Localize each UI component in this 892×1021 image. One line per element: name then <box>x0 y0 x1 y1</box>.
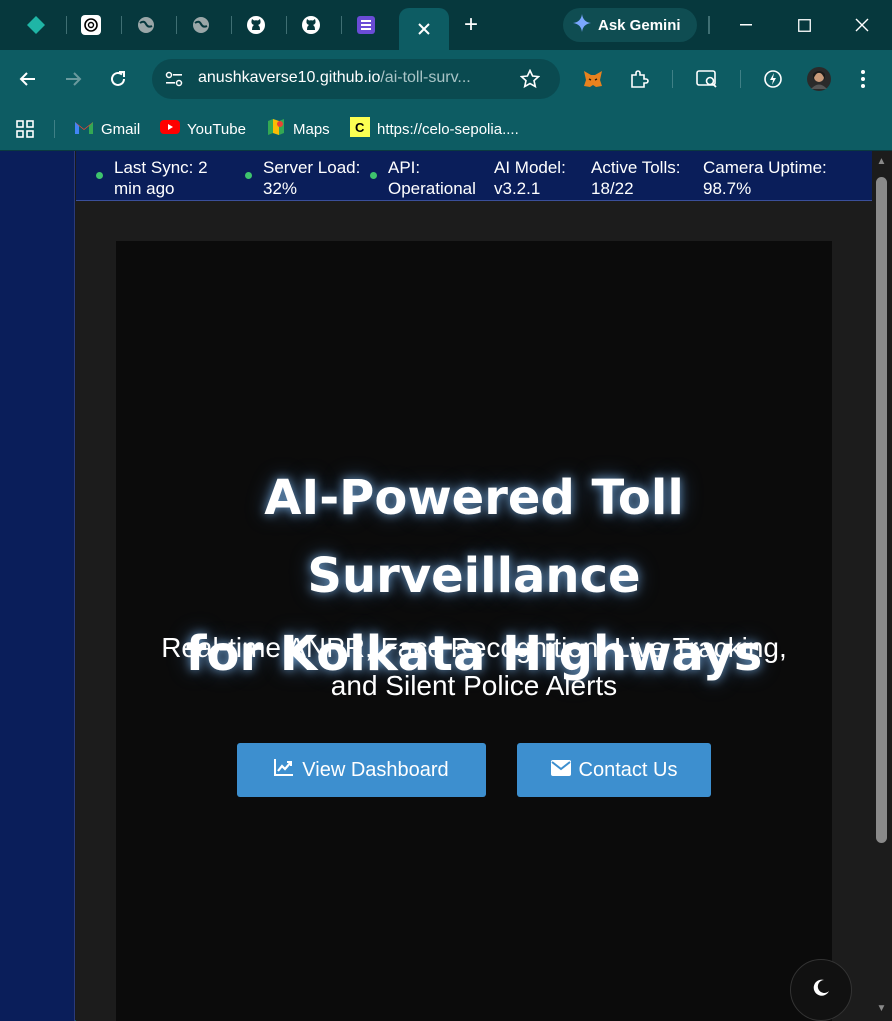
ai-model-status: AI Model: v3.2.1 <box>494 158 566 198</box>
bookmarks-bar: Gmail YouTube Maps C https://celo-sepoli… <box>0 108 892 150</box>
tab-2[interactable] <box>66 8 116 42</box>
forward-button[interactable] <box>58 64 88 94</box>
status-dot <box>245 172 252 179</box>
left-sidebar <box>0 151 75 1021</box>
metamask-icon[interactable] <box>578 64 608 94</box>
close-window-button[interactable] <box>847 12 877 38</box>
bookmark-label: YouTube <box>187 120 246 138</box>
tab-active[interactable] <box>399 8 449 50</box>
bookmark-label: Maps <box>293 120 330 138</box>
chart-line-icon <box>274 758 294 782</box>
url-path: /ai-toll-surv... <box>380 69 471 86</box>
page-viewport: Last Sync: 2 min ago Server Load: 32% AP… <box>0 150 892 1021</box>
browser-toolbar: anushkaverse10.github.io/ai-toll-surv... <box>0 50 892 108</box>
menu-icon[interactable] <box>848 64 878 94</box>
globe-icon <box>191 15 211 35</box>
new-tab-button[interactable]: + <box>456 10 486 40</box>
bookmark-maps[interactable]: Maps <box>266 116 330 142</box>
apps-icon[interactable] <box>15 116 35 142</box>
minimize-button[interactable] <box>731 12 761 38</box>
tab-6[interactable] <box>286 8 336 42</box>
gmail-icon <box>74 119 94 139</box>
hero-section: AI-Powered Toll Surveillance for Kolkata… <box>116 241 832 1021</box>
address-bar[interactable]: anushkaverse10.github.io/ai-toll-surv... <box>152 59 560 99</box>
url-domain: anushkaverse10.github.io <box>198 69 381 86</box>
bookmark-youtube[interactable]: YouTube <box>160 116 246 142</box>
reload-button[interactable] <box>103 64 133 94</box>
system-status-bar: Last Sync: 2 min ago Server Load: 32% AP… <box>76 151 872 201</box>
tab-bar: + Ask Gemini <box>0 0 892 50</box>
bookmark-label: Gmail <box>101 120 141 138</box>
api-status: API: Operational <box>388 158 476 198</box>
performance-icon[interactable] <box>758 64 788 94</box>
site-info-icon[interactable] <box>164 70 184 93</box>
chatgpt-icon <box>81 15 101 35</box>
maximize-button[interactable] <box>789 12 819 38</box>
status-dot <box>370 172 377 179</box>
globe-icon <box>136 15 156 35</box>
view-dashboard-button[interactable]: View Dashboard <box>237 743 486 797</box>
celo-icon: C <box>350 117 370 141</box>
tab-5[interactable] <box>231 8 281 42</box>
extensions-icon[interactable] <box>624 64 654 94</box>
server-load-status: Server Load: 32% <box>263 158 361 198</box>
moon-icon <box>812 979 830 1002</box>
star-icon[interactable] <box>519 68 541 94</box>
url-text: anushkaverse10.github.io/ai-toll-surv... <box>198 69 471 87</box>
maps-icon <box>266 117 286 141</box>
scroll-down-icon[interactable]: ▼ <box>876 1004 887 1014</box>
tab-3[interactable] <box>121 8 171 42</box>
gemini-label: Ask Gemini <box>598 16 681 34</box>
tab-4[interactable] <box>176 8 226 42</box>
hero-title-line-1: AI-Powered Toll Surveillance <box>264 470 684 604</box>
contact-us-label: Contact Us <box>578 758 678 781</box>
bookmark-label: https://celo-sepolia.... <box>377 120 519 138</box>
ask-gemini-button[interactable]: Ask Gemini <box>563 8 697 42</box>
diamond-icon <box>26 15 46 35</box>
page-scrollbar[interactable]: ▲ ▼ <box>872 151 892 1021</box>
list-icon <box>356 15 376 35</box>
last-sync-status: Last Sync: 2 min ago <box>114 158 208 198</box>
theme-toggle-button[interactable] <box>790 959 852 1021</box>
back-button[interactable] <box>13 64 43 94</box>
gemini-icon <box>573 14 591 36</box>
scroll-thumb[interactable] <box>876 177 887 843</box>
hero-subtitle: Real-time ANPR, Face Recognition, Live T… <box>161 632 787 701</box>
main-content: AI-Powered Toll Surveillance for Kolkata… <box>76 201 872 1021</box>
contact-us-button[interactable]: Contact Us <box>517 743 711 797</box>
github-icon <box>246 15 266 35</box>
github-icon <box>301 15 321 35</box>
tab-7[interactable] <box>341 8 391 42</box>
close-icon[interactable] <box>414 19 434 39</box>
youtube-icon <box>160 120 180 138</box>
bookmark-celo[interactable]: C https://celo-sepolia.... <box>350 116 519 142</box>
svg-text:C: C <box>355 120 365 135</box>
envelope-icon <box>550 759 571 782</box>
tab-search-icon[interactable] <box>692 64 722 94</box>
tab-1[interactable] <box>11 8 61 42</box>
view-dashboard-label: View Dashboard <box>302 758 449 781</box>
profile-avatar[interactable] <box>804 64 834 94</box>
active-tolls-status: Active Tolls: 18/22 <box>591 158 681 198</box>
scroll-up-icon[interactable]: ▲ <box>876 157 887 167</box>
camera-uptime-status: Camera Uptime: 98.7% <box>703 158 827 198</box>
bookmark-gmail[interactable]: Gmail <box>74 116 140 142</box>
status-dot <box>96 172 103 179</box>
